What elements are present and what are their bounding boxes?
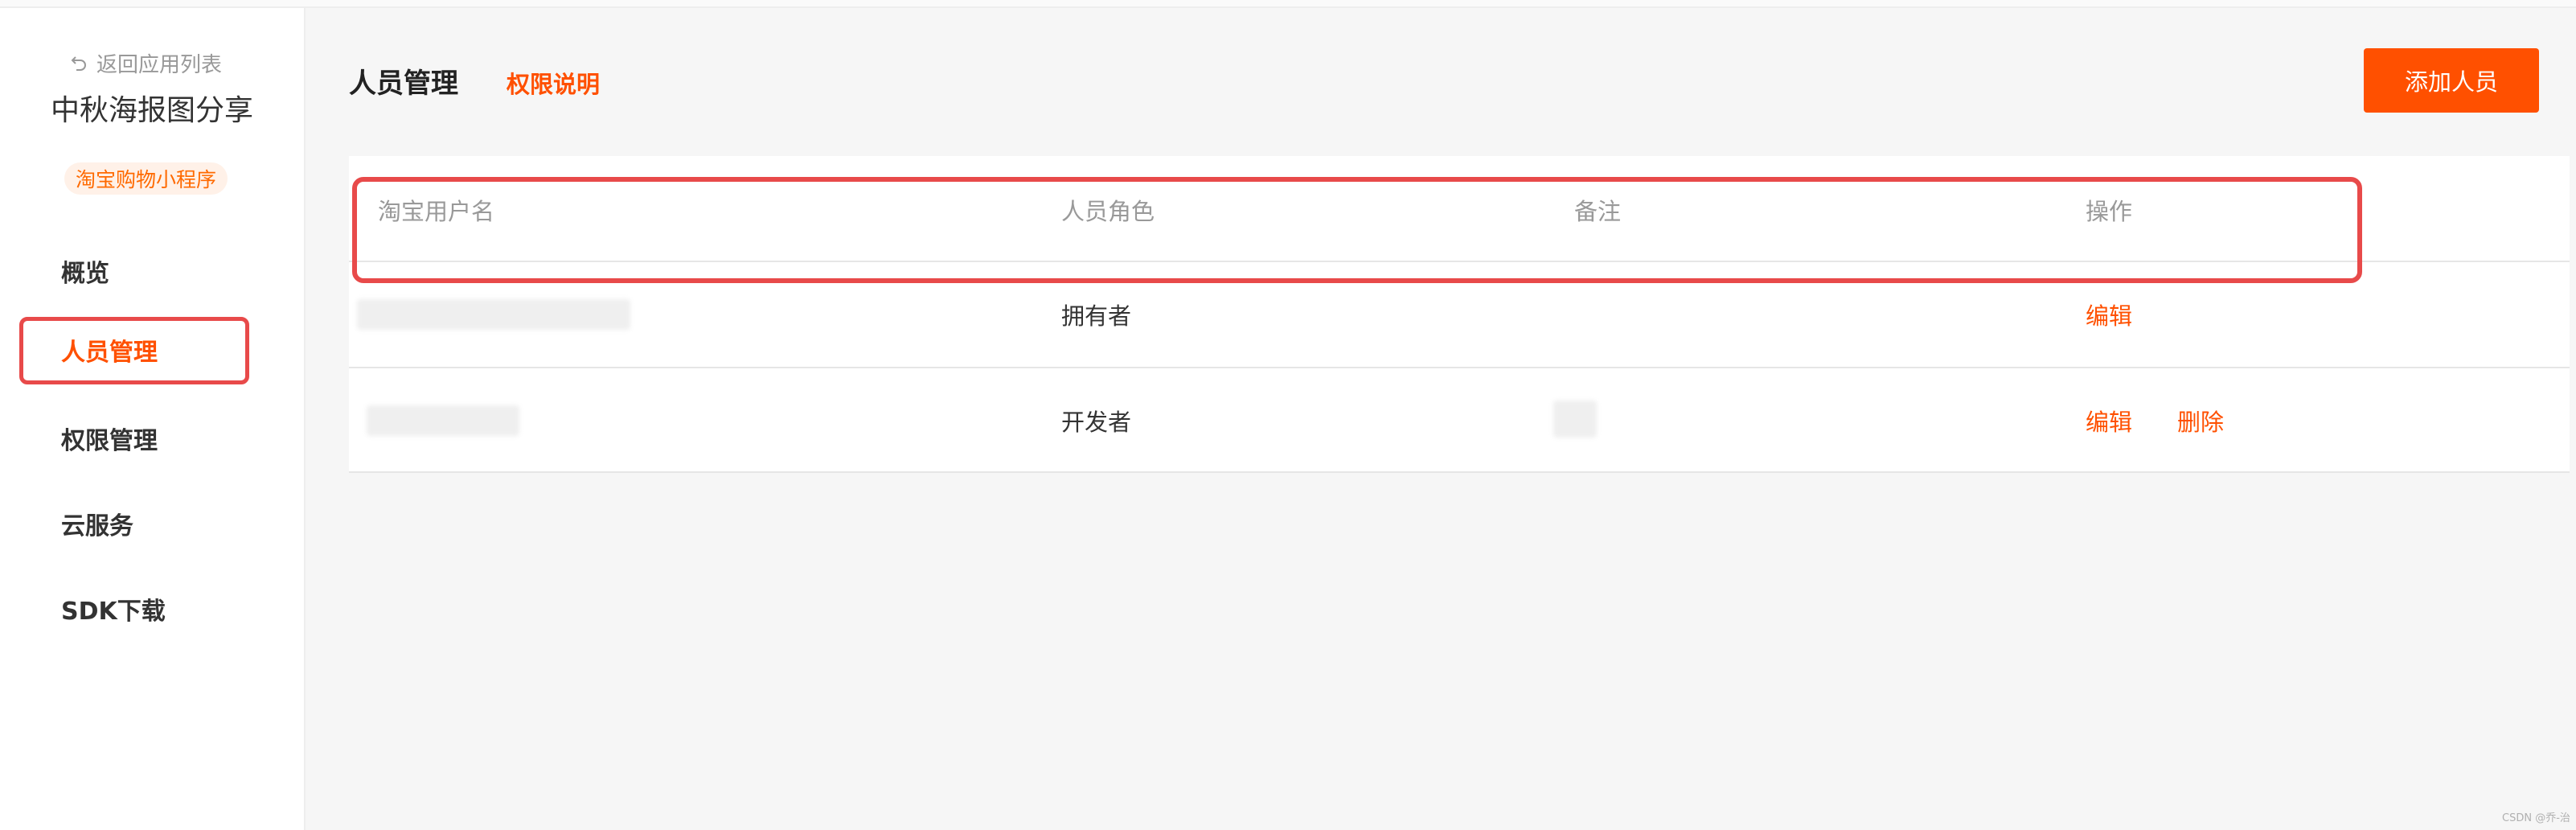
back-arrow-icon xyxy=(69,53,88,72)
sidebar-item-label: 概览 xyxy=(61,260,109,288)
sidebar-item-permissions[interactable]: 权限管理 xyxy=(19,405,249,471)
sidebar-item-overview[interactable]: 概览 xyxy=(19,238,249,304)
watermark: CSDN @乔-治 xyxy=(2502,812,2570,824)
sidebar-item-label: SDK下载 xyxy=(61,598,166,626)
page-title: 人员管理 xyxy=(349,68,458,100)
app-type-badge: 淘宝购物小程序 xyxy=(64,162,228,195)
header-divider xyxy=(349,261,2570,262)
sidebar: 返回应用列表 中秋海报图分享 淘宝购物小程序 概览 人员管理 权限管理 云服务 … xyxy=(0,8,306,830)
redacted-note xyxy=(1553,401,1597,438)
row-divider xyxy=(349,367,2570,368)
app-root: 返回应用列表 中秋海报图分享 淘宝购物小程序 概览 人员管理 权限管理 云服务 … xyxy=(0,0,2576,830)
app-name: 中秋海报图分享 xyxy=(50,94,253,127)
sidebar-item-label: 云服务 xyxy=(61,512,133,540)
column-header-note: 备注 xyxy=(1574,198,1622,225)
sidebar-item-label: 人员管理 xyxy=(61,339,158,367)
back-link-label: 返回应用列表 xyxy=(96,52,223,77)
column-header-username: 淘宝用户名 xyxy=(378,198,495,225)
edit-link[interactable]: 编辑 xyxy=(2086,404,2132,438)
add-member-button[interactable]: 添加人员 xyxy=(2364,48,2539,113)
role-cell: 拥有者 xyxy=(1061,302,1132,330)
sidebar-item-sdk-download[interactable]: SDK下载 xyxy=(19,576,249,642)
members-table: 淘宝用户名 人员角色 备注 操作 拥有者 编辑 开发者 编辑 删除 xyxy=(349,156,2570,473)
back-to-app-list-link[interactable]: 返回应用列表 xyxy=(69,47,222,79)
permission-description-link[interactable]: 权限说明 xyxy=(507,66,600,100)
sidebar-item-cloud-service[interactable]: 云服务 xyxy=(19,491,249,557)
redacted-username xyxy=(367,405,519,436)
sidebar-item-members[interactable]: 人员管理 xyxy=(19,317,249,383)
column-header-actions: 操作 xyxy=(2086,198,2133,225)
edit-link[interactable]: 编辑 xyxy=(2086,298,2132,331)
role-cell: 开发者 xyxy=(1061,409,1132,436)
delete-link[interactable]: 删除 xyxy=(2177,404,2224,438)
column-header-role: 人员角色 xyxy=(1061,198,1155,225)
redacted-username xyxy=(357,299,630,330)
top-divider xyxy=(0,0,2576,8)
sidebar-item-label: 权限管理 xyxy=(61,427,158,455)
row-divider xyxy=(349,471,2570,473)
